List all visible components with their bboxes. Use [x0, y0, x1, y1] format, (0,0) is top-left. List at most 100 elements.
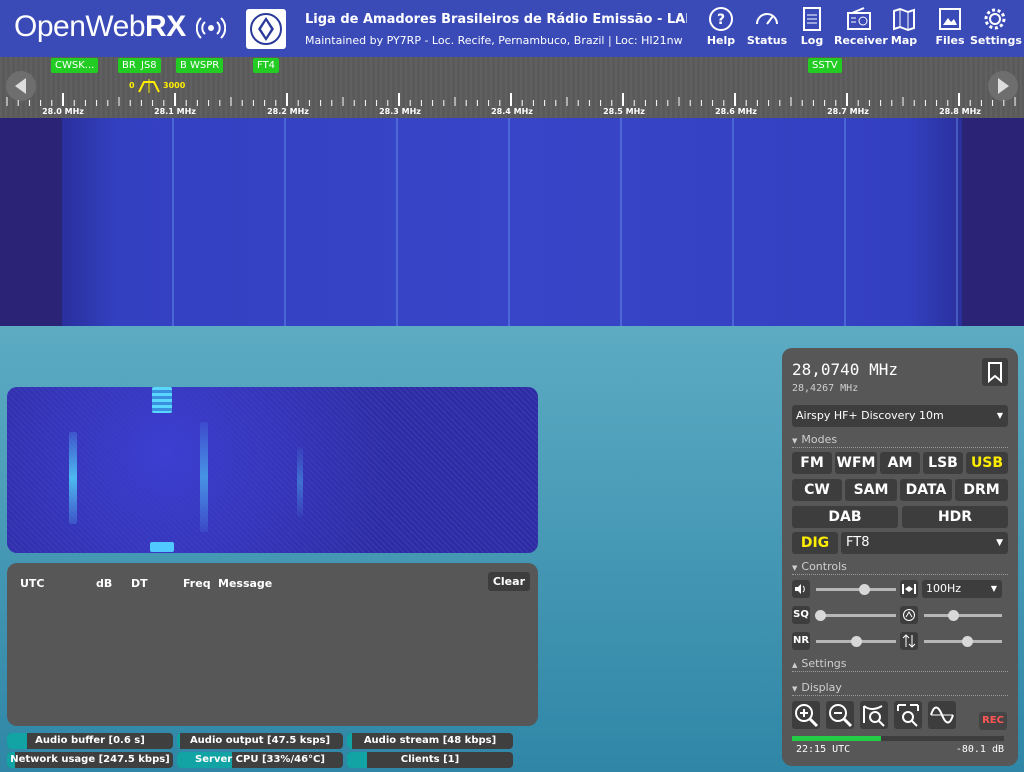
help-icon: ?	[709, 7, 733, 31]
mode-dab-button[interactable]: DAB	[792, 506, 898, 528]
map-label: Map	[890, 34, 918, 47]
digimode-waterfall	[7, 387, 538, 553]
profile-select[interactable]: Airspy HF+ Discovery 10m ▼	[792, 405, 1008, 427]
waterfall-signal-band	[62, 118, 962, 326]
map-icon	[893, 7, 915, 32]
passband-high-label: 3000	[163, 81, 186, 90]
tick-label: 28.6 MHz	[715, 107, 757, 116]
display-section-label: Display	[801, 681, 842, 694]
receiver-icon	[847, 7, 871, 30]
files-icon	[939, 8, 961, 30]
filter-knob[interactable]	[962, 636, 973, 647]
tick-label: 28.8 MHz	[939, 107, 981, 116]
column-freq: Freq	[183, 577, 211, 590]
column-dt: DT	[131, 577, 148, 590]
waveform-icon	[930, 706, 954, 724]
tick-label: 28.1 MHz	[154, 107, 196, 116]
collapse-icon: ▼	[792, 685, 798, 693]
settings-section-header[interactable]: ▲ Settings	[792, 657, 1008, 672]
bandwidth-button[interactable]	[900, 580, 918, 598]
clear-button[interactable]: Clear	[487, 572, 530, 591]
column-utc: UTC	[20, 577, 45, 590]
files-label: Files	[935, 34, 965, 47]
nr-knob[interactable]	[851, 636, 862, 647]
mode-data-button[interactable]: DATA	[900, 479, 952, 501]
settings-button[interactable]: Settings	[970, 6, 1022, 54]
map-button[interactable]: Map	[879, 6, 929, 54]
mode-hdr-button[interactable]: HDR	[902, 506, 1008, 528]
log-label: Log	[800, 34, 824, 47]
zoom-out-icon	[829, 704, 853, 728]
mode-wfm-button[interactable]: WFM	[835, 452, 877, 474]
log-button[interactable]: Log	[787, 6, 837, 54]
squelch-knob[interactable]	[815, 610, 826, 621]
agc-button[interactable]	[900, 606, 918, 624]
audio-stream-label: Audio stream [48 kbps]	[363, 735, 497, 746]
noise-reduction-button[interactable]: NR	[792, 632, 810, 650]
display-section-header[interactable]: ▼ Display	[792, 681, 1008, 696]
frequency-display[interactable]: 28,0740 MHz	[792, 360, 898, 379]
mode-sam-button[interactable]: SAM	[845, 479, 897, 501]
tick-label: 28.2 MHz	[267, 107, 309, 116]
mode-dig-button[interactable]: DIG	[792, 532, 838, 554]
help-button[interactable]: ? Help	[696, 6, 746, 54]
agc-knob[interactable]	[948, 610, 959, 621]
passband-marker[interactable]	[138, 79, 160, 93]
digimode-select[interactable]: FT8 ▼	[841, 532, 1008, 554]
tick-label: 28.5 MHz	[603, 107, 645, 116]
volume-slider[interactable]	[816, 584, 896, 595]
bookmark-cwskimmer[interactable]: CWSK...	[51, 58, 99, 73]
bookmark-ft4[interactable]: FT4	[253, 58, 280, 73]
zoom-to-tuned-button[interactable]	[860, 701, 888, 729]
squelch-auto-button[interactable]: SQ	[792, 606, 810, 624]
controls-section-header[interactable]: ▼ Controls	[792, 560, 1008, 575]
frequency-scale[interactable]: CWSK... BR JS8 B WSPR FT4 SSTV 0 3000 28…	[0, 57, 1024, 119]
volume-knob[interactable]	[859, 584, 870, 595]
server-cpu-bar: Server CPU [33%/46°C]	[177, 752, 343, 768]
files-button[interactable]: Files	[925, 6, 975, 54]
status-gauge-icon	[756, 13, 778, 25]
mode-cw-button[interactable]: CW	[792, 479, 842, 501]
signal-trace	[297, 447, 303, 517]
mode-fm-button[interactable]: FM	[792, 452, 832, 474]
collapse-icon: ▼	[792, 437, 798, 445]
bookmark-sstv[interactable]: SSTV	[808, 58, 842, 73]
settings-section-label: Settings	[801, 657, 847, 670]
receiver-avatar[interactable]	[246, 9, 286, 49]
mute-button[interactable]	[792, 580, 810, 598]
record-button[interactable]: REC	[979, 712, 1007, 730]
bookmark-wspr[interactable]: WSPR	[186, 58, 224, 73]
column-db: dB	[96, 577, 113, 590]
add-bookmark-button[interactable]	[982, 358, 1008, 386]
tick-label: 28.0 MHz	[42, 107, 84, 116]
signal-trace	[152, 387, 172, 413]
audio-output-label: Audio output [47.5 ksps]	[189, 735, 331, 746]
bookmark-js8[interactable]: JS8	[137, 58, 161, 73]
squelch-slider[interactable]	[815, 610, 896, 621]
modes-section-header[interactable]: ▼ Modes	[792, 433, 1008, 448]
receiver-button[interactable]: Receiver	[834, 6, 888, 54]
controls-section-label: Controls	[801, 560, 847, 573]
gear-icon	[984, 8, 1006, 30]
mode-am-button[interactable]: AM	[880, 452, 920, 474]
agc-slider[interactable]	[924, 610, 1002, 621]
zoom-in-button[interactable]	[792, 701, 820, 729]
filter-slider[interactable]	[924, 636, 1002, 647]
status-button[interactable]: Status	[742, 6, 792, 54]
zoom-to-band-button[interactable]	[894, 701, 922, 729]
noise-reduction-slider[interactable]	[816, 636, 896, 647]
autoadjust-waterfall-button[interactable]	[928, 701, 956, 729]
openwebrx-logo[interactable]: OpenWebRX	[14, 10, 186, 44]
header-bar: OpenWebRX Liga de Amadores Brasileiros d…	[0, 0, 1024, 57]
mode-lsb-button[interactable]: LSB	[923, 452, 963, 474]
modes-section-label: Modes	[801, 433, 838, 446]
waterfall-display[interactable]	[0, 118, 1024, 326]
log-icon	[803, 7, 821, 31]
zoom-out-button[interactable]	[826, 701, 854, 729]
mode-usb-button[interactable]: USB	[966, 452, 1008, 474]
mode-drm-button[interactable]: DRM	[955, 479, 1008, 501]
tuning-step-select[interactable]: 100Hz ▼	[922, 580, 1002, 598]
audio-buffer-label: Audio buffer [0.6 s]	[35, 735, 145, 746]
utc-clock: 22:15 UTC	[796, 744, 851, 755]
audio-filter-button[interactable]	[900, 632, 918, 650]
